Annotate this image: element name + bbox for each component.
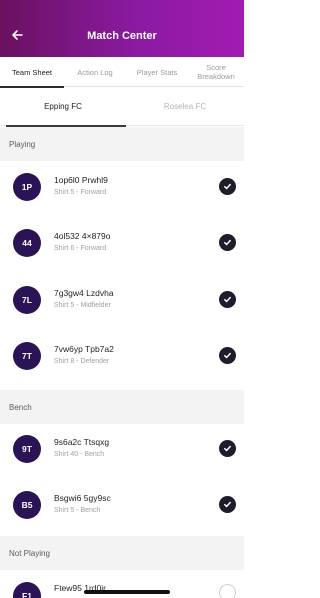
checkmark-icon[interactable]	[219, 178, 236, 195]
avatar: 7L	[13, 286, 41, 314]
checkmark-icon[interactable]	[219, 496, 236, 513]
checkmark-icon[interactable]	[219, 291, 236, 308]
player-row[interactable]: B5 Bsgwi6 5gy9sc Shirt 5 - Bench	[0, 478, 244, 532]
match-center-screen: Match Center Team Sheet Action Log Playe…	[0, 0, 244, 598]
main-tabs: Team Sheet Action Log Player Stats Score…	[0, 57, 244, 88]
player-name: Bsgwi6 5gy9sc	[54, 493, 111, 503]
checkmark-icon[interactable]	[219, 347, 236, 364]
team-tabs: Epping FC Roselea FC	[0, 87, 244, 127]
unchecked-circle-icon[interactable]	[219, 584, 236, 598]
tab-team-epping[interactable]: Epping FC	[0, 87, 126, 127]
page-title: Match Center	[87, 30, 157, 42]
player-detail: Shirt 6 - Forward	[54, 245, 107, 252]
tab-player-stats[interactable]: Player Stats	[126, 57, 188, 87]
avatar: B5	[13, 491, 41, 519]
checkmark-icon[interactable]	[219, 440, 236, 457]
player-name: 7vw6yp Tpb7a2	[54, 344, 114, 354]
player-detail: Shirt 40 - Bench	[54, 451, 105, 458]
player-detail: Shirt 5 - Midfielder	[54, 302, 111, 309]
section-header-not-playing: Not Playing	[0, 536, 244, 570]
avatar: 1P	[13, 173, 41, 201]
player-row[interactable]: 7T 7vw6yp Tpb7a2 Shirt 8 - Defender	[0, 329, 244, 383]
player-name: 7g3gw4 Lzdvha	[54, 288, 114, 298]
player-detail: Shirt 5 - Forward	[54, 189, 107, 196]
player-row[interactable]: 7L 7g3gw4 Lzdvha Shirt 5 - Midfielder	[0, 273, 244, 327]
player-name: 1op6l0 Prwhl9	[54, 175, 108, 185]
status-bar	[0, 0, 244, 18]
app-header: Match Center	[0, 0, 244, 57]
section-header-playing: Playing	[0, 127, 244, 161]
tab-action-log[interactable]: Action Log	[64, 57, 126, 87]
player-row[interactable]: 9T 9s6a2c Ttsqxg Shirt 40 - Bench	[0, 422, 244, 476]
player-row[interactable]: 1P 1op6l0 Prwhl9 Shirt 5 - Forward	[0, 160, 244, 214]
checkmark-icon[interactable]	[219, 234, 236, 251]
avatar: F1	[13, 582, 41, 598]
player-name: 4ol532 4×879o	[54, 231, 111, 241]
section-header-bench: Bench	[0, 390, 244, 424]
tab-score-breakdown[interactable]: Score Breakdown	[188, 57, 244, 87]
player-detail: Shirt 8 - Defender	[54, 358, 110, 365]
player-detail: Shirt 5 - Bench	[54, 507, 101, 514]
tab-team-roselea[interactable]: Roselea FC	[126, 87, 244, 126]
home-indicator	[84, 590, 170, 594]
avatar: 44	[13, 229, 41, 257]
avatar: 7T	[13, 342, 41, 370]
player-name: 9s6a2c Ttsqxg	[54, 437, 110, 447]
tab-team-sheet[interactable]: Team Sheet	[0, 57, 64, 88]
avatar: 9T	[13, 435, 41, 463]
player-row[interactable]: 44 4ol532 4×879o Shirt 6 - Forward	[0, 216, 244, 270]
